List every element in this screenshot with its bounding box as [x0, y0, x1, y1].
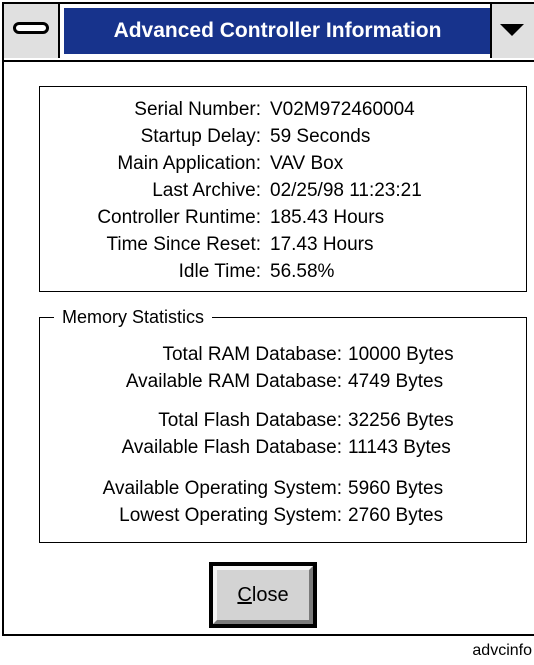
- info-label: Main Application:: [117, 153, 261, 174]
- memory-label: Available Operating System:: [102, 478, 342, 499]
- info-label: Idle Time:: [178, 261, 261, 282]
- memory-row-available-ram: Available RAM Database: 4749 Bytes: [40, 369, 526, 395]
- info-label: Last Archive:: [152, 180, 261, 201]
- memory-value: 32256 Bytes: [348, 410, 454, 431]
- close-button-face: Close: [213, 566, 313, 624]
- info-row-startup-delay: Startup Delay: 59 Seconds: [40, 124, 526, 150]
- info-value: 02/25/98 11:23:21: [270, 180, 422, 201]
- info-label: Time Since Reset:: [106, 234, 261, 255]
- memory-value: 4749 Bytes: [348, 371, 444, 392]
- memory-statistics-group: Memory Statistics Total RAM Database: 10…: [39, 306, 527, 543]
- close-button-mnemonic: C: [237, 584, 252, 606]
- memory-label: Available RAM Database:: [125, 371, 342, 392]
- memory-value: 10000 Bytes: [348, 344, 454, 365]
- memory-row-available-os: Available Operating System: 5960 Bytes: [40, 476, 526, 502]
- info-label: Startup Delay:: [140, 126, 261, 147]
- info-row-serial-number: Serial Number: V02M972460004: [40, 97, 526, 123]
- info-label: Serial Number:: [134, 99, 261, 120]
- info-row-last-archive: Last Archive: 02/25/98 11:23:21: [40, 178, 526, 204]
- chevron-down-icon: [500, 24, 524, 36]
- close-button[interactable]: Close: [209, 562, 317, 628]
- memory-statistics-legend: Memory Statistics: [54, 306, 213, 328]
- memory-row-available-flash: Available Flash Database: 11143 Bytes: [40, 435, 526, 461]
- window-dropdown-button[interactable]: [490, 4, 534, 58]
- memory-label: Available Flash Database:: [121, 437, 342, 458]
- memory-label: Lowest Operating System:: [119, 505, 342, 526]
- memory-label: Total Flash Database:: [158, 410, 342, 431]
- info-label: Controller Runtime:: [97, 207, 261, 228]
- window-title: Advanced Controller Information: [64, 8, 491, 54]
- info-value: V02M972460004: [270, 99, 415, 120]
- controller-info-panel: Serial Number: V02M972460004 Startup Del…: [39, 86, 527, 292]
- memory-row-lowest-os: Lowest Operating System: 2760 Bytes: [40, 503, 526, 529]
- info-value: VAV Box: [270, 153, 344, 174]
- info-value: 185.43 Hours: [270, 207, 385, 228]
- memory-label: Total RAM Database:: [162, 344, 342, 365]
- memory-value: 2760 Bytes: [348, 505, 444, 526]
- system-menu-button[interactable]: [4, 4, 60, 58]
- info-value: 59 Seconds: [270, 126, 371, 147]
- dialog-window: Advanced Controller Information Serial N…: [2, 2, 534, 636]
- system-menu-icon: [13, 22, 49, 34]
- info-row-main-application: Main Application: VAV Box: [40, 151, 526, 177]
- memory-value: 11143 Bytes: [348, 437, 451, 458]
- info-row-time-since-reset: Time Since Reset: 17.43 Hours: [40, 232, 526, 258]
- info-row-controller-runtime: Controller Runtime: 185.43 Hours: [40, 205, 526, 231]
- memory-value: 5960 Bytes: [348, 478, 444, 499]
- info-value: 56.58%: [270, 261, 335, 282]
- info-value: 17.43 Hours: [270, 234, 374, 255]
- info-row-idle-time: Idle Time: 56.58%: [40, 259, 526, 285]
- close-button-label: lose: [251, 584, 289, 606]
- title-bar: Advanced Controller Information: [4, 4, 534, 62]
- memory-row-total-ram: Total RAM Database: 10000 Bytes: [40, 342, 526, 368]
- memory-row-total-flash: Total Flash Database: 32256 Bytes: [40, 408, 526, 434]
- figure-caption: advcinfo: [472, 642, 532, 659]
